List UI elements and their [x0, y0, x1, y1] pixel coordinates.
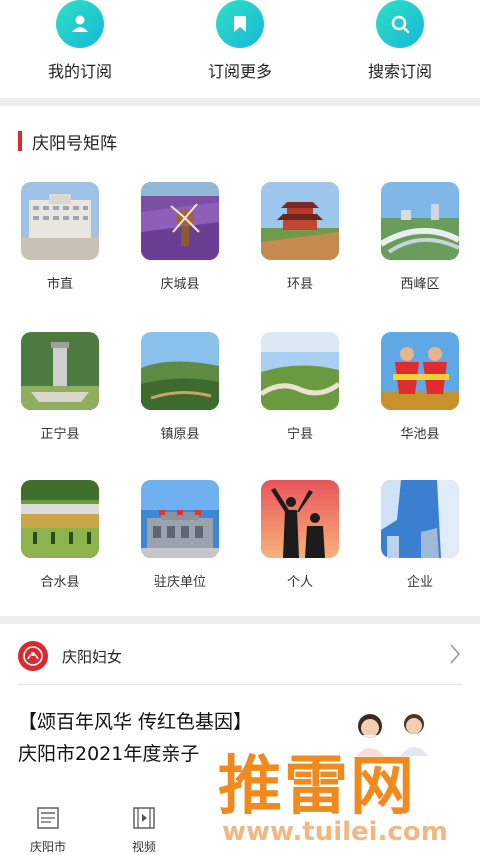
subscribe-more-button[interactable]: 订阅更多: [160, 0, 320, 82]
tile-huachi[interactable]: 华池县: [370, 332, 470, 442]
tile-ningxian[interactable]: 宁县: [250, 332, 350, 442]
tile-qingcheng[interactable]: 庆城县: [130, 182, 230, 292]
top-actions: 我的订阅 订阅更多 搜索订阅: [0, 0, 480, 98]
account-header[interactable]: 庆阳妇女: [0, 636, 480, 676]
tile-xifeng[interactable]: 西峰区: [370, 182, 470, 292]
watermark-text: 推雷网: [218, 750, 416, 824]
tile-zhenyuan[interactable]: 镇原县: [130, 332, 230, 442]
matrix-section-title: 庆阳号矩阵: [18, 130, 117, 154]
tile-label: 镇原县: [160, 427, 200, 442]
tile-qiye[interactable]: 企业: [370, 480, 470, 590]
tile-image: [21, 182, 99, 260]
tile-label: 合水县: [40, 575, 80, 590]
tile-label: 正宁县: [40, 427, 80, 442]
account-name: 庆阳妇女: [62, 647, 123, 666]
section-divider: [0, 98, 480, 106]
subscribe-more-label: 订阅更多: [207, 62, 272, 81]
my-subscriptions-button[interactable]: 我的订阅: [0, 0, 160, 82]
tile-zhuqing[interactable]: 驻庆单位: [130, 480, 230, 590]
watermark-url: www.tuilei.com: [222, 817, 448, 847]
header-separator: [18, 684, 462, 685]
chevron-right-icon[interactable]: [448, 642, 462, 666]
tile-label: 庆城县: [160, 277, 200, 292]
tile-label: 个人: [286, 575, 313, 590]
tile-label: 西峰区: [400, 277, 440, 292]
tab-qingyang[interactable]: 庆阳市: [18, 806, 78, 855]
tile-image: [381, 480, 459, 558]
tile-geren[interactable]: 个人: [250, 480, 350, 590]
tile-shizhi[interactable]: 市直: [10, 182, 110, 292]
tile-label: 市直: [46, 277, 73, 292]
women-federation-logo-icon: [18, 641, 48, 671]
tile-image: [261, 182, 339, 260]
tile-image: [381, 332, 459, 410]
matrix-title: 庆阳号矩阵: [32, 133, 117, 154]
newspaper-icon: [37, 807, 59, 829]
title-accent-bar: [18, 131, 22, 151]
watermark: 推雷网 www.tuilei.com: [200, 735, 480, 853]
tile-zhengning[interactable]: 正宁县: [10, 332, 110, 442]
tile-heshui[interactable]: 合水县: [10, 480, 110, 590]
tab-label: 视频: [131, 840, 156, 854]
tab-video[interactable]: 视频: [114, 806, 174, 855]
article-title-line1: 【颂百年风华 传红色基因】: [18, 711, 253, 733]
tile-label: 宁县: [286, 427, 313, 442]
tile-image: [21, 332, 99, 410]
tile-huanxian[interactable]: 环县: [250, 182, 350, 292]
tile-label: 驻庆单位: [153, 575, 206, 590]
search-subscriptions-label: 搜索订阅: [367, 62, 432, 81]
tile-image: [141, 480, 219, 558]
search-subscriptions-button[interactable]: 搜索订阅: [320, 0, 480, 82]
tile-label: 华池县: [400, 427, 440, 442]
tab-label: 庆阳市: [29, 840, 66, 854]
my-subscriptions-label: 我的订阅: [47, 62, 112, 81]
tile-image: [261, 480, 339, 558]
tile-image: [261, 332, 339, 410]
bookmark-icon: [216, 0, 264, 48]
video-icon: [133, 807, 155, 829]
tile-image: [141, 332, 219, 410]
tile-label: 环县: [286, 277, 313, 292]
search-icon: [376, 0, 424, 48]
tile-image: [21, 480, 99, 558]
tile-image: [381, 182, 459, 260]
tile-image: [141, 182, 219, 260]
section-divider: [0, 616, 480, 624]
user-icon: [56, 0, 104, 48]
tile-label: 企业: [406, 575, 433, 590]
